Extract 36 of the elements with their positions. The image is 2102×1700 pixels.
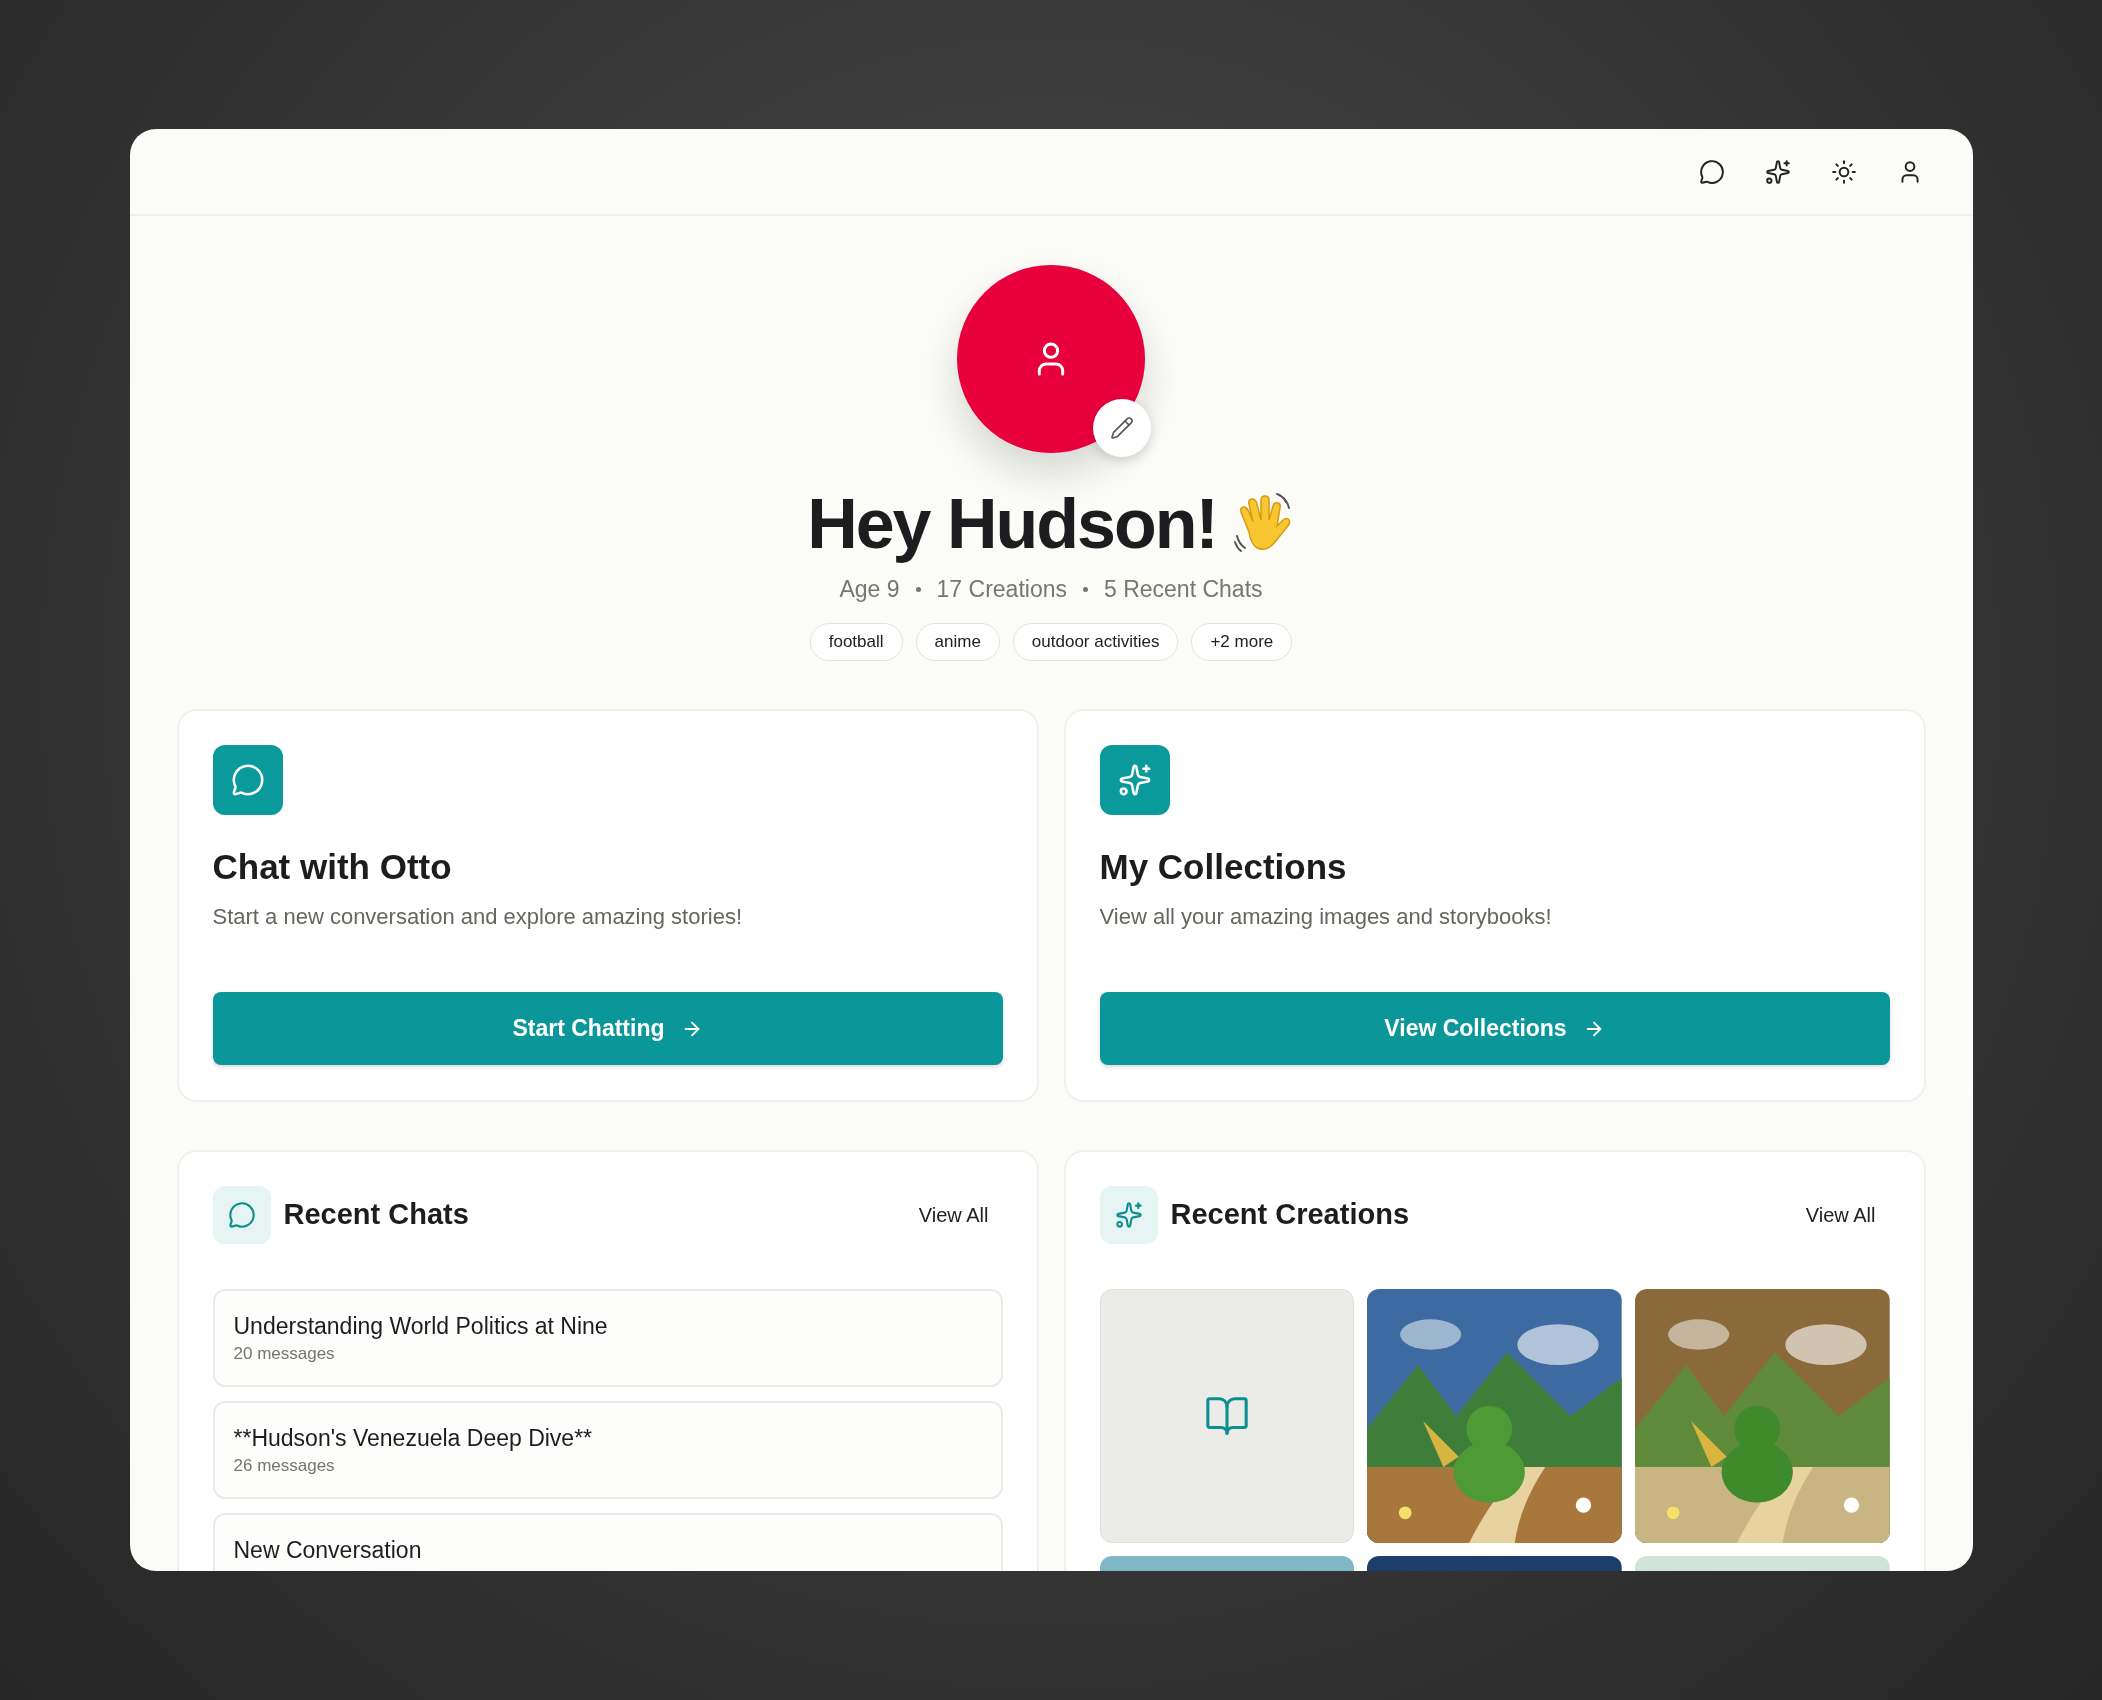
chat-list-item[interactable]: Understanding World Politics at Nine 20 messages bbox=[212, 1289, 1003, 1387]
section-title: Recent Chats bbox=[283, 1197, 469, 1233]
chat-bubble-icon bbox=[212, 745, 283, 815]
interest-tag: football bbox=[809, 623, 903, 661]
card-action-button[interactable]: View Collections bbox=[1099, 992, 1890, 1065]
card-title: My Collections bbox=[1099, 846, 1348, 888]
sparkles-icon bbox=[1099, 745, 1170, 815]
profile-stat: 5 Recent Chats bbox=[1104, 575, 1263, 604]
interest-tag: +2 more bbox=[1191, 623, 1293, 661]
sparkles-icon bbox=[1099, 1186, 1158, 1244]
message-count: 20 messages bbox=[233, 1343, 336, 1365]
chat-icon[interactable] bbox=[1698, 158, 1725, 185]
card-title: Chat with Otto bbox=[212, 846, 453, 888]
greeting-heading: Hey Hudson! bbox=[807, 484, 1217, 564]
section-title: Recent Creations bbox=[1170, 1197, 1409, 1233]
profile-stat: 17 Creations bbox=[936, 575, 1067, 604]
storybook-tile[interactable] bbox=[1099, 1289, 1355, 1543]
edit-avatar-button[interactable] bbox=[1093, 399, 1151, 457]
chat-title: New Conversation bbox=[233, 1536, 423, 1565]
chat-title: **Hudson's Venezuela Deep Dive** bbox=[233, 1424, 594, 1453]
view-all-link[interactable]: View All bbox=[1805, 1200, 1876, 1230]
chat-list-item[interactable]: New Conversation bbox=[212, 1513, 1003, 1571]
view-all-link[interactable]: View All bbox=[918, 1200, 989, 1230]
interest-tag: outdoor activities bbox=[1012, 623, 1179, 661]
interest-tag: anime bbox=[915, 623, 1000, 661]
chat-list-item[interactable]: **Hudson's Venezuela Deep Dive** 26 messages bbox=[212, 1401, 1003, 1499]
card-description: View all your amazing images and storybooks! bbox=[1099, 903, 1553, 931]
pencil-icon bbox=[1110, 416, 1134, 440]
message-count: 26 messages bbox=[233, 1455, 336, 1477]
profile-stat: Age 9 bbox=[839, 575, 900, 604]
chat-bubble-icon bbox=[212, 1186, 271, 1244]
theme-toggle-icon[interactable] bbox=[1830, 158, 1857, 185]
sparkles-icon[interactable] bbox=[1764, 158, 1791, 185]
card-description: Start a new conversation and explore amazing stories! bbox=[212, 903, 743, 931]
card-action-button[interactable]: Start Chatting bbox=[212, 992, 1003, 1065]
chat-title: Understanding World Politics at Nine bbox=[233, 1312, 609, 1341]
